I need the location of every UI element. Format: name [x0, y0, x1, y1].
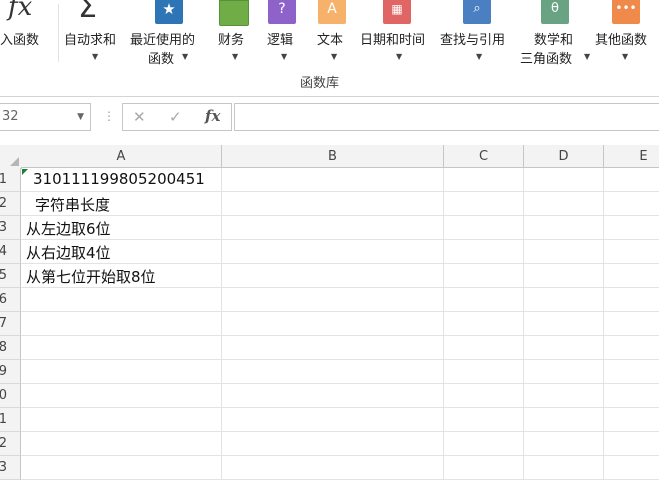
- column-header-e[interactable]: E: [604, 145, 659, 168]
- table-row: 310111199805200451: [21, 168, 659, 192]
- fx-icon: fx: [8, 0, 33, 22]
- row-header[interactable]: 8: [0, 336, 21, 360]
- table-row: [21, 360, 659, 384]
- chevron-down-icon: ▼: [584, 52, 591, 61]
- date-time-label: 日期和时间: [360, 33, 426, 48]
- name-box[interactable]: 32 ▼: [0, 103, 91, 131]
- enter-icon[interactable]: ✓: [169, 108, 182, 126]
- insert-function-label: 插入函数: [0, 33, 40, 48]
- table-row: [21, 336, 659, 360]
- ribbon-separator: [58, 4, 59, 62]
- select-all-button[interactable]: [0, 145, 22, 169]
- row-header[interactable]: 6: [0, 288, 21, 312]
- table-row: 字符串长度: [21, 192, 659, 216]
- row-header[interactable]: 1: [0, 168, 21, 192]
- logical-button[interactable]: ? 逻辑 ▼: [264, 0, 304, 64]
- cell-a4[interactable]: 从右边取4位: [26, 242, 111, 263]
- error-indicator-icon: [22, 169, 28, 175]
- math-trig-label-1: 数学和: [534, 33, 574, 48]
- more-functions-label: 其他函数: [595, 33, 648, 48]
- row-header[interactable]: 4: [0, 240, 21, 264]
- calendar-icon: ▦: [383, 0, 411, 24]
- function-library-group-label: 函数库: [300, 76, 340, 91]
- insert-function-fx-icon[interactable]: fx: [205, 107, 220, 125]
- formula-buttons: ✕ ✓ fx: [122, 103, 232, 131]
- more-functions-icon: •••: [612, 0, 640, 24]
- chevron-down-icon: ▼: [622, 52, 629, 61]
- name-box-value: 32: [2, 109, 19, 124]
- math-trig-button[interactable]: θ 数学和 三角函数 ▼: [520, 0, 592, 67]
- table-row: 从第七位开始取8位: [21, 264, 659, 288]
- cell-a2[interactable]: 字符串长度: [35, 194, 110, 215]
- recently-used-label-1: 最近使用的: [130, 33, 196, 48]
- financial-icon: [219, 0, 249, 26]
- formulas-ribbon: fx 插入函数 Σ 自动求和 ▼ ★ 最近使用的 函数 ▼ 财务 ▼ ? 逻辑 …: [0, 0, 659, 97]
- math-trig-label-2: 三角函数: [520, 52, 573, 67]
- chevron-down-icon: ▼: [281, 52, 288, 61]
- more-functions-button[interactable]: ••• 其他函数 ▼: [594, 0, 659, 64]
- table-row: [21, 408, 659, 432]
- row-header[interactable]: 5: [0, 264, 21, 288]
- theta-icon: θ: [541, 0, 569, 24]
- logical-icon: ?: [268, 0, 296, 24]
- text-label: 文本: [317, 33, 344, 48]
- table-row: 从左边取6位: [21, 216, 659, 240]
- date-time-button[interactable]: ▦ 日期和时间 ▼: [360, 0, 438, 64]
- autosum-button[interactable]: Σ 自动求和 ▼: [62, 0, 128, 64]
- recently-used-button[interactable]: ★ 最近使用的 函数 ▼: [130, 0, 208, 67]
- row-header[interactable]: 3: [0, 216, 21, 240]
- cancel-icon[interactable]: ✕: [133, 108, 146, 126]
- insert-function-button[interactable]: fx 插入函数: [0, 0, 56, 62]
- cell-a5[interactable]: 从第七位开始取8位: [26, 266, 156, 287]
- column-header-b[interactable]: B: [222, 145, 444, 168]
- table-row: 从右边取4位: [21, 240, 659, 264]
- row-header[interactable]: 0: [0, 384, 21, 408]
- financial-label: 财务: [218, 33, 245, 48]
- worksheet-grid: A B C D E 1 310111199805200451 2 字符串长度 3…: [0, 145, 659, 480]
- lookup-reference-label: 查找与引用: [440, 33, 506, 48]
- lookup-reference-button[interactable]: ⌕ 查找与引用 ▼: [440, 0, 518, 64]
- chevron-down-icon: ▼: [476, 52, 483, 61]
- row-header[interactable]: 2: [0, 432, 21, 456]
- table-row: [21, 456, 659, 480]
- table-row: [21, 432, 659, 456]
- text-button[interactable]: A 文本 ▼: [314, 0, 354, 64]
- formula-input[interactable]: [234, 103, 659, 131]
- cell-a1[interactable]: 310111199805200451: [33, 170, 205, 188]
- magnifier-icon: ⌕: [463, 0, 491, 24]
- recently-used-label-2: 函数: [148, 52, 175, 67]
- row-header[interactable]: 9: [0, 360, 21, 384]
- chevron-down-icon: ▼: [232, 52, 239, 61]
- row-header[interactable]: 1: [0, 408, 21, 432]
- cell-a3[interactable]: 从左边取6位: [26, 218, 111, 239]
- chevron-down-icon: ▼: [182, 52, 189, 61]
- text-icon: A: [318, 0, 346, 24]
- chevron-down-icon[interactable]: ▼: [77, 112, 84, 122]
- table-row: [21, 384, 659, 408]
- star-icon: ★: [155, 0, 183, 24]
- column-header-d[interactable]: D: [524, 145, 604, 168]
- column-header-a[interactable]: A: [21, 145, 222, 168]
- chevron-down-icon: ▼: [331, 52, 338, 61]
- formula-bar: 32 ▼ ⋮ ✕ ✓ fx: [0, 97, 659, 142]
- autosum-label: 自动求和: [64, 33, 117, 48]
- table-row: [21, 312, 659, 336]
- logical-label: 逻辑: [267, 33, 294, 48]
- sigma-icon: Σ: [78, 0, 97, 25]
- row-header[interactable]: 3: [0, 456, 21, 480]
- row-header[interactable]: 7: [0, 312, 21, 336]
- table-row: [21, 288, 659, 312]
- chevron-down-icon: ▼: [92, 52, 99, 61]
- drag-handle-icon[interactable]: ⋮: [103, 109, 115, 123]
- column-header-c[interactable]: C: [444, 145, 524, 168]
- financial-button[interactable]: 财务 ▼: [214, 0, 254, 64]
- row-header[interactable]: 2: [0, 192, 21, 216]
- chevron-down-icon: ▼: [396, 52, 403, 61]
